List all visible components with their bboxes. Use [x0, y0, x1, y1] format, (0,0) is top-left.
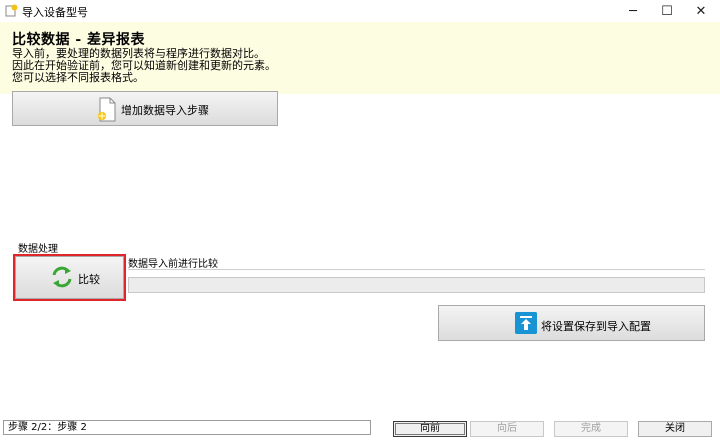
- upload-icon: [515, 312, 537, 334]
- page-title: 比较数据 - 差异报表: [12, 32, 146, 48]
- maximize-icon: ☐: [661, 3, 673, 19]
- save-to-import-config-label: 将设置保存到导入配置: [541, 320, 651, 333]
- minimize-button[interactable]: ─: [616, 0, 650, 22]
- app-icon: [5, 4, 18, 17]
- document-add-icon: [97, 97, 116, 122]
- data-processing-label: 数据处理: [18, 244, 58, 255]
- compare-status-text: 数据导入前进行比较: [128, 255, 705, 270]
- finish-button[interactable]: 完成: [554, 421, 628, 437]
- step-status: 步骤 2/2：步骤 2: [3, 420, 371, 435]
- close-icon: ✕: [695, 3, 707, 19]
- add-import-step-label: 增加数据导入步骤: [121, 104, 209, 117]
- info-header: 比较数据 - 差异报表 导入前，要处理的数据列表将与程序进行数据对比。 因此在开…: [0, 22, 720, 94]
- save-to-import-config-button[interactable]: 将设置保存到导入配置: [438, 305, 705, 341]
- minimize-icon: ─: [629, 3, 637, 19]
- refresh-arrows-icon: [52, 266, 72, 288]
- close-window-button[interactable]: ✕: [684, 0, 718, 22]
- prev-button[interactable]: 向前: [393, 421, 467, 437]
- description-line-3: 您可以选择不同报表格式。: [12, 71, 144, 84]
- window-titlebar: 导入设备型号 ─ ☐ ✕: [0, 0, 720, 22]
- compare-button[interactable]: 比较: [13, 254, 126, 301]
- add-import-step-button[interactable]: 增加数据导入步骤: [12, 91, 278, 126]
- progress-bar: [128, 277, 705, 293]
- close-button[interactable]: 关闭: [638, 421, 712, 437]
- next-button[interactable]: 向后: [470, 421, 544, 437]
- maximize-button[interactable]: ☐: [650, 0, 684, 22]
- compare-label: 比较: [78, 273, 100, 286]
- window-title: 导入设备型号: [22, 6, 88, 19]
